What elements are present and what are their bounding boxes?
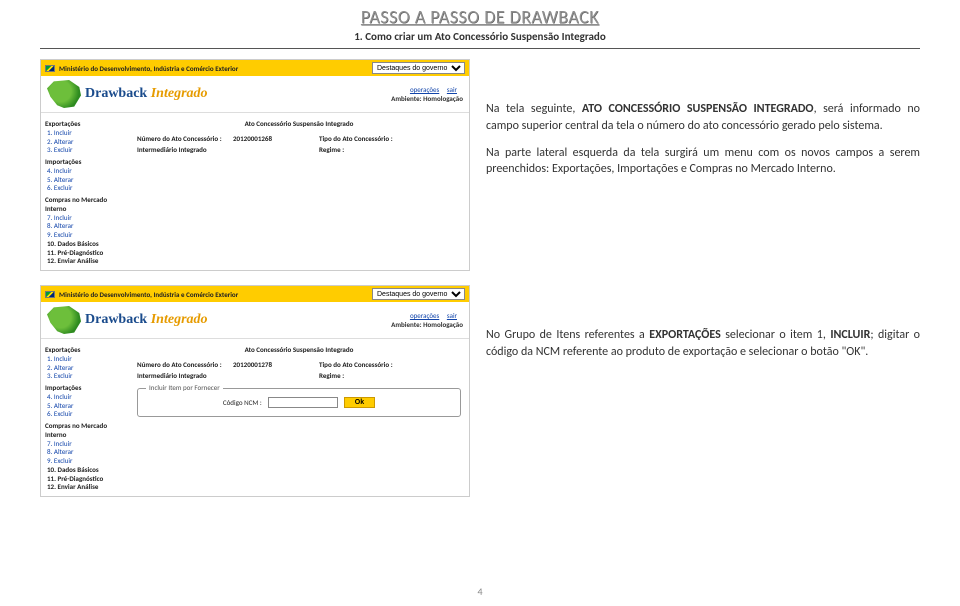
page-subtitle: 1. Como criar um Ato Concessório Suspens… (0, 30, 960, 43)
app-name-b: Integrado (151, 86, 208, 101)
app-header: Drawback Integrado operações sair Ambien… (41, 302, 469, 339)
form-title: Ato Concessório Suspensão Integrado (137, 119, 461, 128)
sidebar-item-excluir-3[interactable]: 3. Excluir (47, 146, 125, 155)
gov-dropdown[interactable]: Destaques do governo (372, 62, 465, 74)
link-operacoes[interactable]: operações (410, 311, 439, 320)
regime-label: Regime : (319, 145, 429, 154)
ncm-label: Código NCM : (223, 398, 262, 407)
description-1: Na tela seguinte, ATO CONCESSÓRIO SUSPEN… (486, 59, 920, 188)
page-header: PASSO A PASSO DE DRAWBACK 1. Como criar … (0, 0, 960, 45)
sidebar: Exportações 1. Incluir 2. Alterar 3. Exc… (41, 113, 129, 270)
app-header: Drawback Integrado operações sair Ambien… (41, 76, 469, 113)
app-body: Exportações 1. Incluir 2. Alterar 3. Exc… (41, 113, 469, 270)
app-screenshot-2: Ministério do Desenvolvimento, Indústria… (40, 285, 470, 497)
content-row-2: Ministério do Desenvolvimento, Indústria… (40, 285, 920, 497)
sidebar-group-compras: Compras no Mercado Interno (45, 196, 125, 214)
interm-label: Intermediário Integrado (137, 145, 227, 154)
sidebar-item-excluir-6[interactable]: 6. Excluir (47, 410, 125, 419)
brazil-map-icon (47, 306, 81, 334)
fieldset-incluir: Incluir Item por Fornecer Código NCM : O… (137, 388, 461, 417)
app-body: Exportações 1. Incluir 2. Alterar 3. Exc… (41, 339, 469, 496)
link-sair[interactable]: sair (447, 311, 457, 320)
ministry-label: Ministério do Desenvolvimento, Indústria… (59, 290, 238, 299)
gov-bar: Ministério do Desenvolvimento, Indústria… (41, 60, 469, 76)
ministry-label: Ministério do Desenvolvimento, Indústria… (59, 64, 238, 73)
sidebar: Exportações 1. Incluir 2. Alterar 3. Exc… (41, 339, 129, 496)
link-operacoes[interactable]: operações (410, 85, 439, 94)
sidebar-item-excluir-6[interactable]: 6. Excluir (47, 184, 125, 193)
ncm-input[interactable] (268, 397, 338, 408)
tipo-label: Tipo do Ato Concessório : (319, 134, 429, 143)
num-label: Número do Ato Concessório : (137, 134, 227, 143)
app-logo: Drawback Integrado (47, 306, 208, 334)
brazil-flag-icon (45, 291, 55, 298)
app-screenshot-1: Ministério do Desenvolvimento, Indústria… (40, 59, 470, 271)
header-rule (40, 48, 920, 49)
brazil-flag-icon (45, 65, 55, 72)
fieldset-legend: Incluir Item por Fornecer (146, 383, 223, 392)
app-logo: Drawback Integrado (47, 80, 208, 108)
content-row-1: Ministério do Desenvolvimento, Indústria… (40, 59, 920, 271)
page-title: PASSO A PASSO DE DRAWBACK (0, 6, 960, 28)
ok-button[interactable]: Ok (344, 397, 375, 408)
description-2: No Grupo de Itens referentes a EXPORTAÇÕ… (486, 285, 920, 371)
sidebar-item-enviar[interactable]: 12. Enviar Análise (47, 257, 125, 266)
main-panel: Ato Concessório Suspensão Integrado Núme… (129, 113, 469, 270)
sidebar-item-excluir-3[interactable]: 3. Excluir (47, 372, 125, 381)
page-number: 4 (477, 585, 482, 598)
env-label: Ambiente: Homologação (391, 94, 463, 103)
num-value: 20120001268 (233, 134, 313, 143)
main-panel: Ato Concessório Suspensão Integrado Núme… (129, 339, 469, 496)
gov-dropdown[interactable]: Destaques do governo (372, 288, 465, 300)
app-name-a: Drawback (85, 86, 147, 101)
link-sair[interactable]: sair (447, 85, 457, 94)
brazil-map-icon (47, 80, 81, 108)
gov-bar: Ministério do Desenvolvimento, Indústria… (41, 286, 469, 302)
